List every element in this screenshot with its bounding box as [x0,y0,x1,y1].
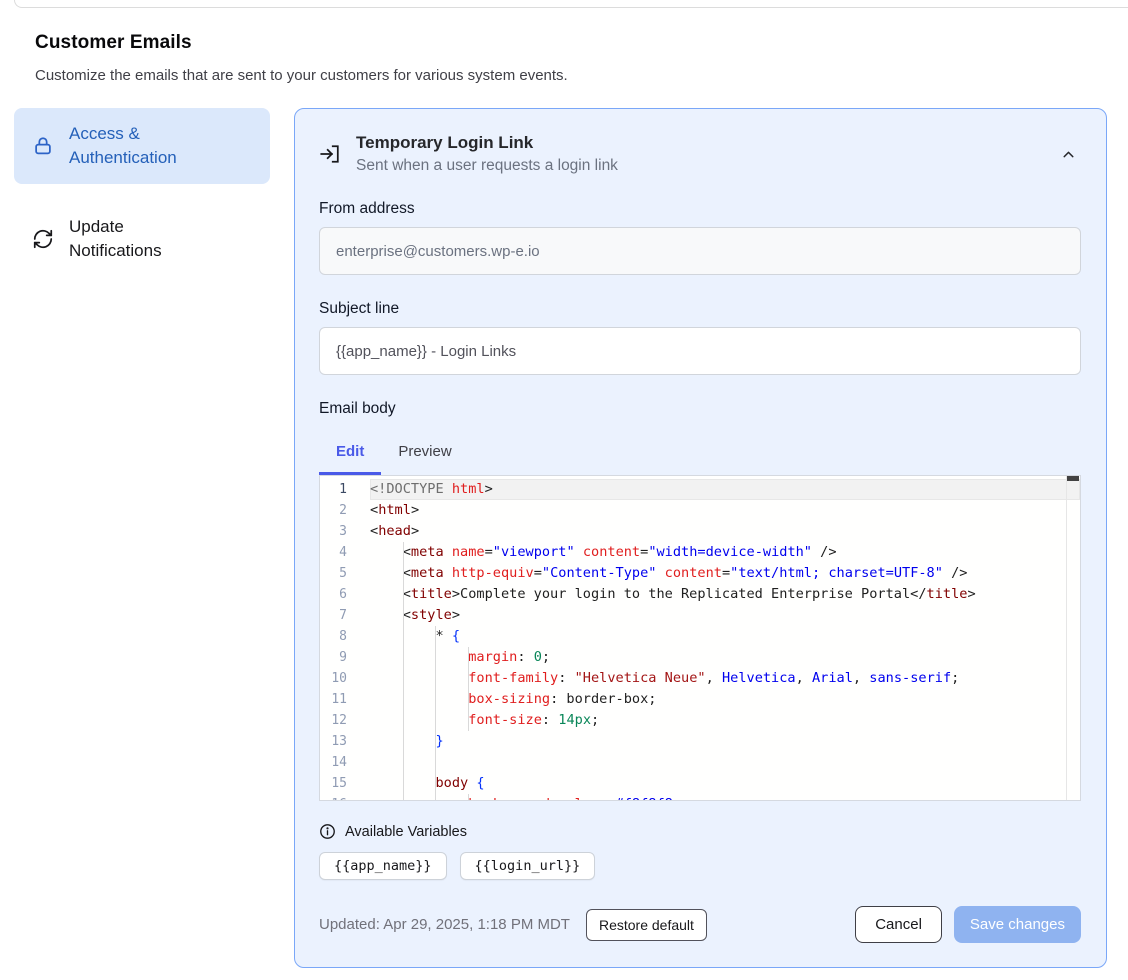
code-line: 11 box-sizing: border-box; [320,689,1080,710]
email-body-label: Email body [319,400,1081,418]
card-title: Temporary Login Link [356,133,1041,153]
restore-default-button[interactable]: Restore default [586,909,707,941]
line-number: 14 [320,752,370,773]
line-number: 1 [320,479,370,500]
variable-chip[interactable]: {{app_name}} [319,852,447,880]
code-line: 2<html> [320,500,1080,521]
line-number: 13 [320,731,370,752]
code-lines: 1<!DOCTYPE html>2<html>3<head>4 <meta na… [320,476,1080,801]
variable-chip[interactable]: {{login_url}} [460,852,596,880]
code-line-content: body { [370,773,1080,794]
cancel-button[interactable]: Cancel [855,906,942,943]
sidebar: Access & Authentication Update Notificati… [14,108,270,277]
page-title: Customer Emails [35,32,1128,54]
code-line: 15 body { [320,773,1080,794]
editor-scrollbar-thumb[interactable] [1067,476,1079,481]
code-line: 7 <style> [320,605,1080,626]
refresh-icon [32,228,54,250]
line-number: 15 [320,773,370,794]
line-number: 11 [320,689,370,710]
code-editor[interactable]: 1<!DOCTYPE html>2<html>3<head>4 <meta na… [319,475,1081,801]
code-line-content: } [370,731,1080,752]
line-number: 2 [320,500,370,521]
code-line-content: <style> [370,605,1080,626]
sidebar-item-0[interactable]: Access & Authentication [14,108,270,184]
sidebar-item-1[interactable]: Update Notifications [14,201,270,277]
available-variables-row: Available Variables [319,823,1081,840]
line-number: 8 [320,626,370,647]
code-line-content: <html> [370,500,1080,521]
updated-timestamp: Updated: Apr 29, 2025, 1:18 PM MDT [319,916,570,933]
subject-line-label: Subject line [319,300,1081,318]
email-body-tabs: EditPreview [319,430,1081,472]
content-layout: Access & Authentication Update Notificati… [0,108,1128,968]
code-line: 12 font-size: 14px; [320,710,1080,731]
from-address-input[interactable] [319,227,1081,275]
subject-line-input[interactable] [319,327,1081,375]
previous-card-bottom-edge [14,0,1128,8]
code-line: 5 <meta http-equiv="Content-Type" conten… [320,563,1080,584]
code-line: 10 font-family: "Helvetica Neue", Helvet… [320,668,1080,689]
code-line: 1<!DOCTYPE html> [320,479,1080,500]
code-line: 6 <title>Complete your login to the Repl… [320,584,1080,605]
save-changes-button[interactable]: Save changes [954,906,1081,943]
card-header: Temporary Login Link Sent when a user re… [319,133,1081,175]
code-line: 9 margin: 0; [320,647,1080,668]
line-number: 7 [320,605,370,626]
line-number: 3 [320,521,370,542]
info-icon [319,823,336,840]
line-number: 4 [320,542,370,563]
page-subtitle: Customize the emails that are sent to yo… [35,67,1128,84]
variable-chips: {{app_name}} {{login_url}} [319,852,1081,880]
code-line: 4 <meta name="viewport" content="width=d… [320,542,1080,563]
code-line-content: <meta http-equiv="Content-Type" content=… [370,563,1080,584]
code-line-content: <!DOCTYPE html> [370,479,1080,500]
code-line-content: font-family: "Helvetica Neue", Helvetica… [370,668,1080,689]
code-line-content: background-color: #f8f8f8; [370,794,1080,801]
code-line: 8 * { [320,626,1080,647]
code-line-content: box-sizing: border-box; [370,689,1080,710]
line-number: 9 [320,647,370,668]
tab-preview[interactable]: Preview [381,430,468,472]
card-header-text: Temporary Login Link Sent when a user re… [356,133,1041,175]
available-variables-label: Available Variables [345,824,467,840]
code-line: 14 [320,752,1080,773]
code-line: 3<head> [320,521,1080,542]
code-line: 13 } [320,731,1080,752]
code-line-content: * { [370,626,1080,647]
code-line-content: <meta name="viewport" content="width=dev… [370,542,1080,563]
code-line-content: <head> [370,521,1080,542]
line-number: 5 [320,563,370,584]
sidebar-item-label: Access & Authentication [69,122,219,170]
login-icon [319,143,341,165]
code-line-content: margin: 0; [370,647,1080,668]
code-line-content: <title>Complete your login to the Replic… [370,584,1080,605]
line-number: 12 [320,710,370,731]
card-footer: Updated: Apr 29, 2025, 1:18 PM MDT Resto… [319,906,1081,943]
page-header: Customer Emails Customize the emails tha… [0,0,1128,84]
code-line: 16 background-color: #f8f8f8; [320,794,1080,801]
line-number: 10 [320,668,370,689]
code-line-content: font-size: 14px; [370,710,1080,731]
card-subtitle: Sent when a user requests a login link [356,157,1041,175]
from-address-label: From address [319,200,1081,218]
editor-scrollbar[interactable] [1066,476,1080,800]
tab-edit[interactable]: Edit [319,430,381,472]
chevron-up-icon [1060,146,1077,163]
email-settings-card: Temporary Login Link Sent when a user re… [294,108,1107,968]
lock-icon [32,135,54,157]
collapse-button[interactable] [1056,142,1081,167]
line-number: 6 [320,584,370,605]
code-line-content [370,752,1080,773]
sidebar-item-label: Update Notifications [69,215,219,263]
line-number: 16 [320,794,370,801]
